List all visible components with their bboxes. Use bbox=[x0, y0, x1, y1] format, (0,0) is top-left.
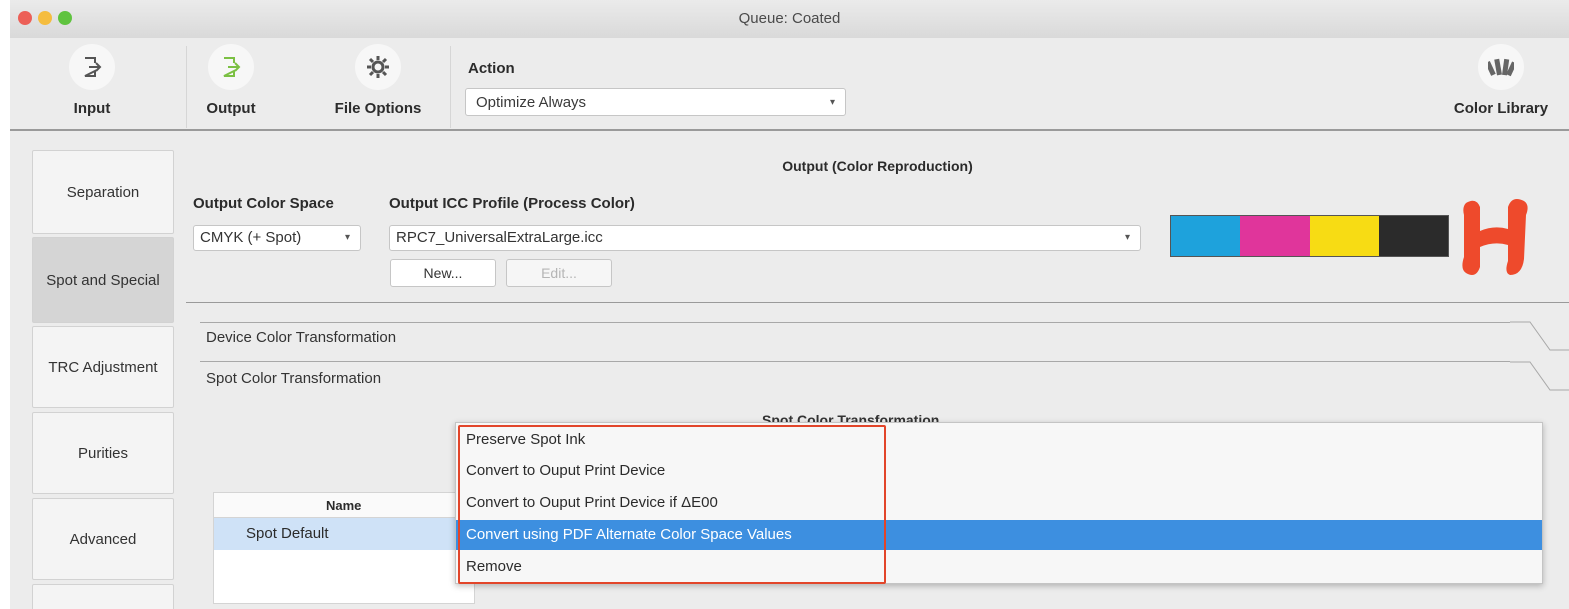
sidebar-item-spot-and-special[interactable]: Spot and Special bbox=[32, 237, 174, 323]
yellow-swatch bbox=[1309, 216, 1379, 256]
sidebar-item-purities[interactable]: Purities bbox=[32, 412, 174, 494]
input-label: Input bbox=[73, 100, 111, 117]
chevron-down-icon: ▾ bbox=[344, 232, 350, 243]
toolbar: Input Output File Options Action Optimiz… bbox=[10, 38, 1569, 130]
file-options-label: File Options bbox=[334, 100, 422, 117]
brand-logo-icon bbox=[1462, 199, 1528, 275]
black-swatch bbox=[1378, 216, 1448, 256]
action-select[interactable]: Optimize Always ▾ bbox=[465, 88, 846, 116]
gear-icon bbox=[355, 44, 401, 90]
toolbar-divider-line bbox=[10, 129, 1569, 131]
icc-profile-select[interactable]: RPC7_UniversalExtraLarge.icc ▾ bbox=[389, 225, 1141, 251]
disclosure-device-color-transformation[interactable]: Device Color Transformation bbox=[206, 329, 396, 346]
action-value: Optimize Always bbox=[476, 94, 587, 111]
new-profile-button[interactable]: New... bbox=[390, 259, 496, 287]
sidebar-item-separation[interactable]: Separation bbox=[32, 150, 174, 234]
color-space-value: CMYK (+ Spot) bbox=[200, 229, 302, 246]
magenta-swatch bbox=[1240, 216, 1310, 256]
table-row[interactable]: Spot Default bbox=[214, 518, 474, 550]
output-label: Output bbox=[206, 100, 256, 117]
cyan-swatch bbox=[1171, 216, 1241, 256]
app-window: Queue: Coated Input Output File Options … bbox=[10, 0, 1569, 609]
icc-profile-value: RPC7_UniversalExtraLarge.icc bbox=[396, 229, 603, 246]
spot-name-cell: Spot Default bbox=[246, 525, 329, 542]
color-space-select[interactable]: CMYK (+ Spot) ▾ bbox=[193, 225, 361, 251]
output-arrow-icon bbox=[208, 44, 254, 90]
title-bar: Queue: Coated bbox=[10, 0, 1569, 39]
file-options-toolbar-button[interactable]: File Options bbox=[322, 44, 434, 117]
sidebar-item-more[interactable] bbox=[32, 584, 174, 609]
disclosure-divider bbox=[200, 361, 1510, 362]
output-toolbar-button[interactable]: Output bbox=[196, 44, 266, 117]
edit-profile-button[interactable]: Edit... bbox=[506, 259, 612, 287]
window-title: Queue: Coated bbox=[738, 10, 841, 27]
sidebar-item-advanced[interactable]: Advanced bbox=[32, 498, 174, 580]
toolbar-divider bbox=[186, 46, 187, 128]
cmyk-swatch-bar bbox=[1170, 215, 1449, 257]
color-fan-icon bbox=[1478, 44, 1524, 90]
icc-profile-label: Output ICC Profile (Process Color) bbox=[389, 195, 635, 212]
disclosure-corner-icon bbox=[1510, 361, 1569, 391]
disclosure-corner-icon bbox=[1510, 321, 1569, 351]
name-column-header[interactable]: Name bbox=[326, 498, 361, 513]
disclosure-spot-color-transformation[interactable]: Spot Color Transformation bbox=[206, 370, 381, 387]
section-title: Output (Color Reproduction) bbox=[782, 158, 973, 174]
input-arrow-icon bbox=[69, 44, 115, 90]
chevron-down-icon: ▾ bbox=[1124, 232, 1130, 243]
toolbar-divider bbox=[450, 46, 451, 128]
input-toolbar-button[interactable]: Input bbox=[58, 44, 126, 117]
sidebar-item-trc-adjustment[interactable]: TRC Adjustment bbox=[32, 326, 174, 408]
disclosure-divider bbox=[200, 322, 1510, 323]
action-label: Action bbox=[468, 60, 515, 77]
color-space-label: Output Color Space bbox=[193, 195, 334, 212]
color-library-label: Color Library bbox=[1453, 100, 1549, 117]
spot-table: Name Spot Default bbox=[213, 492, 475, 604]
color-library-toolbar-button[interactable]: Color Library bbox=[1442, 44, 1560, 117]
table-header: Name bbox=[214, 493, 474, 518]
chevron-down-icon: ▾ bbox=[829, 97, 835, 108]
annotation-highlight-box bbox=[458, 425, 886, 584]
section-divider bbox=[186, 302, 1569, 303]
